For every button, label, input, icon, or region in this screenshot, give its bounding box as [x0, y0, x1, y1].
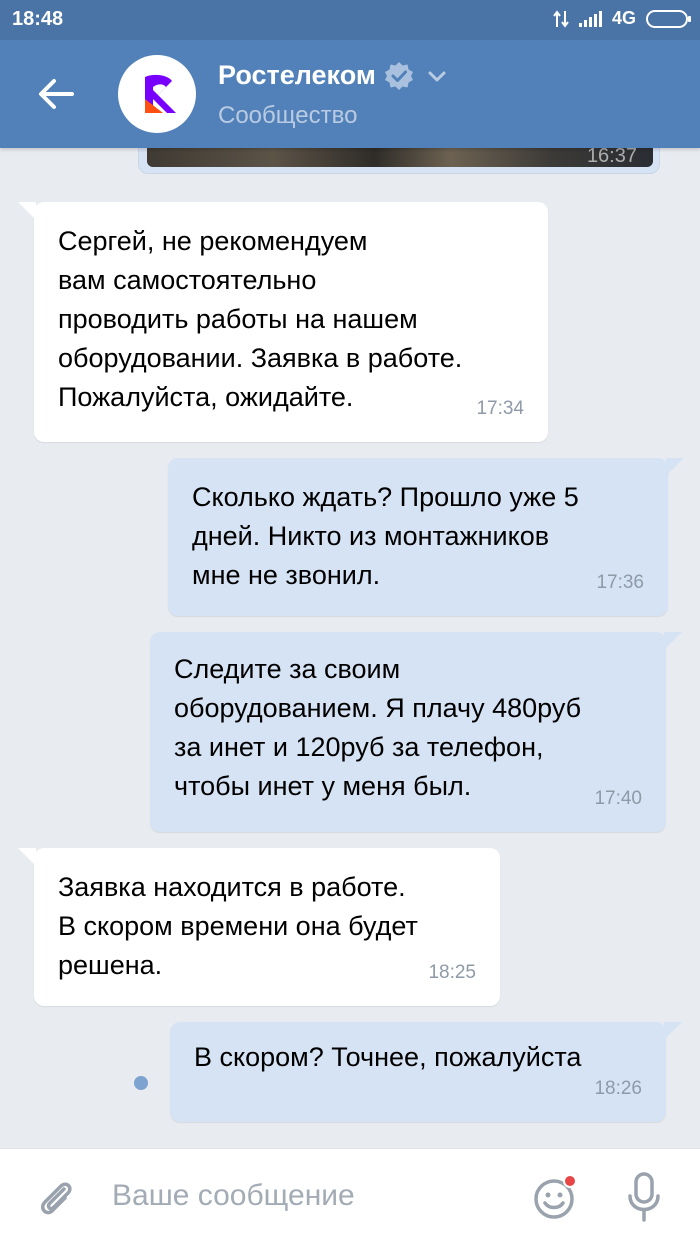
- status-icons: 4G: [553, 8, 691, 29]
- network-type: 4G: [611, 8, 636, 28]
- message-outgoing[interactable]: Следите за своим оборудованием. Я плачу …: [150, 632, 682, 832]
- message-time: 17:34: [476, 398, 524, 419]
- message-time: 16:37: [586, 148, 637, 167]
- message-text: Следите за своим оборудованием. Я плачу …: [174, 654, 582, 801]
- message-outgoing[interactable]: В скором? Точнее, пожалуйста 18:26: [170, 1022, 682, 1122]
- message-text: Сколько ждать? Прошло уже 5 дней. Никто …: [192, 482, 579, 590]
- image-message[interactable]: 16:37: [138, 148, 660, 174]
- message-text: В скором? Точнее, пожалуйста: [194, 1042, 582, 1072]
- chevron-down-icon[interactable]: [426, 65, 448, 87]
- message-time: 18:25: [428, 962, 476, 983]
- notification-dot: [563, 1174, 577, 1188]
- chat-header: Ростелеком Сообщество: [0, 40, 700, 148]
- status-bar: 18:48 4G: [0, 0, 700, 40]
- message-list[interactable]: 16:37 Сергей, не рекомендуем вам самосто…: [0, 148, 700, 1148]
- message-incoming[interactable]: Заявка находится в работе. В скором врем…: [18, 848, 500, 1006]
- unread-indicator: [134, 1076, 148, 1090]
- community-name: Ростелеком: [218, 60, 376, 90]
- signal-icon: [578, 10, 602, 27]
- message-text: Заявка находится в работе. В скором врем…: [58, 872, 418, 980]
- data-transfer-icon: [553, 9, 569, 28]
- message-text: Сергей, не рекомендуем вам самостоятельн…: [58, 226, 463, 412]
- message-time: 17:40: [594, 788, 642, 809]
- verified-check-icon: [384, 61, 413, 90]
- avatar[interactable]: [118, 55, 196, 133]
- arrow-left-icon[interactable]: [36, 76, 76, 112]
- microphone-icon[interactable]: [626, 1171, 662, 1223]
- message-input[interactable]: Ваше сообщение: [112, 1179, 355, 1213]
- message-incoming[interactable]: Сергей, не рекомендуем вам самостоятельн…: [18, 202, 548, 442]
- message-time: 18:26: [594, 1078, 642, 1099]
- smiley-icon[interactable]: [532, 1173, 580, 1221]
- battery-icon: [646, 9, 691, 28]
- message-outgoing[interactable]: Сколько ждать? Прошло уже 5 дней. Никто …: [168, 458, 684, 616]
- status-time: 18:48: [12, 8, 64, 30]
- rostelecom-logo-icon: [145, 74, 176, 113]
- message-composer: Ваше сообщение: [0, 1148, 700, 1244]
- paperclip-icon[interactable]: [34, 1175, 78, 1219]
- chat-subtitle: Сообщество: [218, 102, 358, 129]
- message-time: 17:36: [596, 572, 644, 593]
- chat-title[interactable]: Ростелеком: [218, 60, 448, 91]
- message-photo[interactable]: [147, 148, 653, 167]
